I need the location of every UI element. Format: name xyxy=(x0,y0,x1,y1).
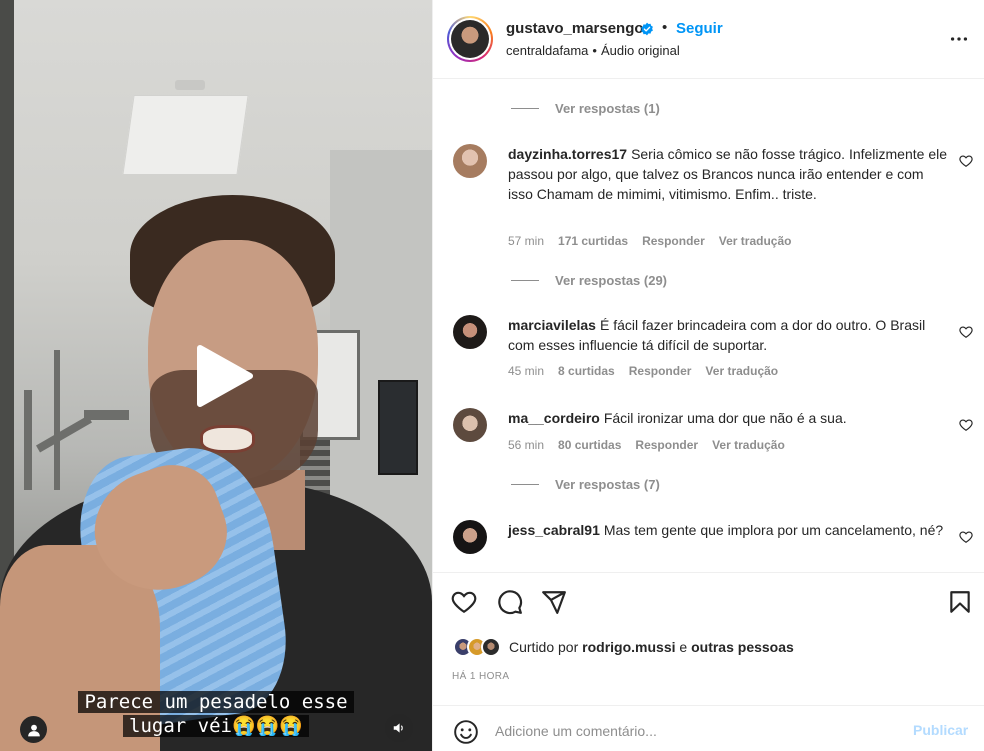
view-replies-label: Ver respostas (7) xyxy=(555,477,660,492)
comment-text: Mas tem gente que implora por um cancela… xyxy=(603,522,944,538)
liked-others-link[interactable]: outras pessoas xyxy=(691,639,794,655)
heart-icon[interactable] xyxy=(451,589,477,615)
divider xyxy=(511,108,539,109)
post-panel: gustavo_marsengo • Seguir centraldafama •… xyxy=(432,0,984,751)
comment-meta: 56 min 80 curtidas Responder Ver traduçã… xyxy=(508,438,799,452)
translate-button[interactable]: Ver tradução xyxy=(705,364,778,378)
video-caption-line: lugar véi😭😭😭 xyxy=(123,715,309,737)
comment-list[interactable]: Ver respostas (1) dayzinha.torres17 Seria… xyxy=(433,80,984,572)
heart-icon[interactable] xyxy=(959,154,973,168)
avatar[interactable] xyxy=(453,315,487,349)
comment-meta: 57 min 171 curtidas Responder Ver traduç… xyxy=(508,234,805,248)
post-timestamp[interactable]: HÁ 1 HORA xyxy=(452,671,510,682)
reply-button[interactable]: Responder xyxy=(642,234,705,248)
divider xyxy=(511,280,539,281)
play-icon[interactable] xyxy=(186,340,258,412)
liked-mid: e xyxy=(679,639,688,655)
comment-body: ma__cordeiro Fácil ironizar uma dor que n… xyxy=(508,408,948,428)
view-replies-button[interactable]: Ver respostas (1) xyxy=(511,101,660,116)
video-caption: Parece um pesadelo esse lugar véi😭😭😭 xyxy=(0,690,432,738)
liked-by: Curtido por rodrigo.mussi e outras pesso… xyxy=(453,635,794,659)
comment-icon[interactable] xyxy=(497,589,523,615)
view-replies-button[interactable]: Ver respostas (7) xyxy=(511,477,660,492)
follow-button[interactable]: Seguir xyxy=(676,20,723,37)
heart-icon[interactable] xyxy=(959,418,973,432)
avatar[interactable] xyxy=(453,408,487,442)
divider xyxy=(511,484,539,485)
view-replies-label: Ver respostas (29) xyxy=(555,273,668,288)
publish-button[interactable]: Publicar xyxy=(913,722,968,738)
avatar[interactable] xyxy=(453,144,487,178)
comment-meta: 45 min 8 curtidas Responder Ver tradução xyxy=(508,364,792,378)
add-comment-bar: Publicar xyxy=(433,705,984,751)
comment-body: jess_cabral91 Mas tem gente que implora p… xyxy=(508,520,948,540)
comment-input[interactable] xyxy=(495,718,895,744)
collab-account-link[interactable]: centraldafama xyxy=(506,43,588,58)
comment-username[interactable]: dayzinha.torres17 xyxy=(508,146,627,162)
comment-time: 57 min xyxy=(508,234,545,248)
separator-dot: • xyxy=(592,43,597,58)
liked-user-link[interactable]: rodrigo.mussi xyxy=(582,639,675,655)
comment-likes[interactable]: 8 curtidas xyxy=(558,364,615,378)
comment-username[interactable]: marciavilelas xyxy=(508,317,596,333)
view-replies-button[interactable]: Ver respostas (29) xyxy=(511,273,667,288)
heart-icon[interactable] xyxy=(959,530,973,544)
avatar[interactable] xyxy=(447,16,493,62)
more-options-icon[interactable] xyxy=(948,28,970,50)
view-replies-label: Ver respostas (1) xyxy=(555,101,660,116)
liked-by-text: Curtido por rodrigo.mussi e outras pesso… xyxy=(509,639,794,655)
reply-button[interactable]: Responder xyxy=(635,438,698,452)
post-header: gustavo_marsengo • Seguir centraldafama •… xyxy=(433,0,984,79)
liked-prefix: Curtido por xyxy=(509,639,579,655)
comment-username[interactable]: jess_cabral91 xyxy=(508,522,600,538)
comment-text: Fácil ironizar uma dor que não é a sua. xyxy=(603,410,847,426)
send-icon[interactable] xyxy=(541,589,567,615)
verified-badge-icon xyxy=(641,22,653,36)
author-username[interactable]: gustavo_marsengo xyxy=(506,20,644,37)
avatar[interactable] xyxy=(453,520,487,554)
comment-body: marciavilelas É fácil fazer brincadeira c… xyxy=(508,315,948,355)
bookmark-icon[interactable] xyxy=(947,589,973,615)
video-player[interactable]: Parece um pesadelo esse lugar véi😭😭😭 xyxy=(0,0,432,751)
sound-icon[interactable] xyxy=(385,714,413,742)
comment-time: 45 min xyxy=(508,364,545,378)
comment-username[interactable]: ma__cordeiro xyxy=(508,410,600,426)
video-caption-line: Parece um pesadelo esse xyxy=(78,691,354,713)
avatar[interactable] xyxy=(481,637,501,657)
user-icon[interactable] xyxy=(20,716,47,743)
heart-icon[interactable] xyxy=(959,325,973,339)
separator-dot: • xyxy=(662,19,668,36)
comment-time: 56 min xyxy=(508,438,545,452)
emoji-icon[interactable] xyxy=(453,719,479,745)
post-subtitle: centraldafama • Áudio original xyxy=(506,43,680,58)
post-actions: Curtido por rodrigo.mussi e outras pesso… xyxy=(433,572,984,751)
audio-link[interactable]: Áudio original xyxy=(601,43,680,58)
comment-likes[interactable]: 80 curtidas xyxy=(558,438,621,452)
comment-likes[interactable]: 171 curtidas xyxy=(558,234,628,248)
reply-button[interactable]: Responder xyxy=(629,364,692,378)
translate-button[interactable]: Ver tradução xyxy=(712,438,785,452)
comment-body: dayzinha.torres17 Seria cômico se não fos… xyxy=(508,144,948,204)
translate-button[interactable]: Ver tradução xyxy=(719,234,792,248)
